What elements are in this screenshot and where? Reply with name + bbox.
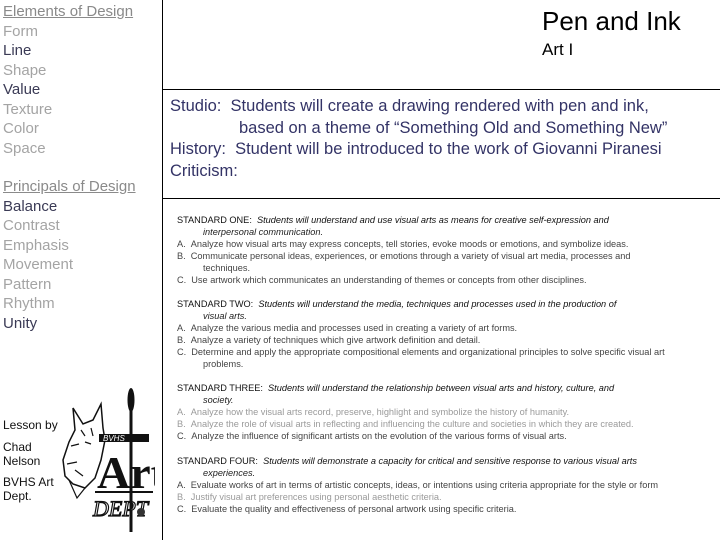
standard-item-text: Analyze how the visual arts record, pres… <box>190 407 570 417</box>
standard-item-letter: A. <box>177 323 186 333</box>
standard-statement-cont: visual arts. <box>203 311 247 321</box>
standard-block: STANDARD TWO: Students will understand t… <box>177 298 717 370</box>
standard-item: B. Communicate personal ideas, experienc… <box>177 250 717 262</box>
standard-item-letter: A. <box>177 407 186 417</box>
credit-lesson-by: Lesson by <box>3 418 58 432</box>
standard-item: C. Analyze the influence of significant … <box>177 430 717 442</box>
history-objective: History: Student will be introduced to t… <box>170 139 667 161</box>
standard-item-letter: C. <box>177 347 187 357</box>
history-text: Student will be introduced to the work o… <box>235 140 662 158</box>
standard-item-letter: B. <box>177 419 186 429</box>
standard-block: STANDARD ONE: Students will understand a… <box>177 214 717 286</box>
vertical-divider <box>162 0 163 540</box>
elements-of-design-heading[interactable]: Elements of Design <box>3 2 161 22</box>
element-item-texture[interactable]: Texture <box>3 100 161 120</box>
studio-text-line2: based on a theme of “Something Old and S… <box>239 118 668 137</box>
standard-item: C. Determine and apply the appropriate c… <box>177 346 717 358</box>
lesson-objectives: Studio: Students will create a drawing r… <box>170 96 667 182</box>
studio-label: Studio: <box>170 97 222 115</box>
standard-label: STANDARD ONE: <box>177 215 252 225</box>
standard-statement: Students will demonstrate a capacity for… <box>263 456 637 466</box>
element-item-line[interactable]: Line <box>3 41 161 61</box>
standard-heading: STANDARD TWO: Students will understand t… <box>177 298 717 310</box>
principles-list: Balance Contrast Emphasis Movement Pattern Rh… <box>3 197 161 334</box>
sidebar: Elements of Design Form Line Shape Value Tex… <box>3 2 161 333</box>
standard-item: A. Analyze the various media and process… <box>177 322 717 334</box>
credit-dept-line2: Dept. <box>3 489 32 503</box>
standard-item: C. Evaluate the quality and effectivenes… <box>177 503 717 515</box>
element-item-shape[interactable]: Shape <box>3 61 161 81</box>
standard-item-letter: A. <box>177 480 186 490</box>
standard-item: A. Analyze how the visual arts record, p… <box>177 406 717 418</box>
logo-art-text: Art <box>97 447 155 498</box>
principles-of-design-heading[interactable]: Principals of Design <box>3 177 161 197</box>
standard-item-letter: B. <box>177 335 186 345</box>
standard-statement: Students will understand and use visual … <box>256 215 609 225</box>
standard-label: STANDARD FOUR: <box>177 456 258 466</box>
page-title: Pen and Ink <box>542 6 681 36</box>
standard-item: A. Analyze how visual arts may express c… <box>177 238 717 250</box>
standard-heading: STANDARD THREE: Students will understand… <box>177 382 717 394</box>
studio-text-line1: Students will create a drawing rendered … <box>230 97 649 115</box>
standard-item-text: Communicate personal ideas, experiences,… <box>190 251 631 261</box>
standard-statement: Students will understand the relationshi… <box>268 383 615 393</box>
standard-item-letter: A. <box>177 239 186 249</box>
standard-item-text: Analyze a variety of techniques which gi… <box>190 335 481 345</box>
standard-item-letter: B. <box>177 251 186 261</box>
standard-label: STANDARD THREE: <box>177 383 263 393</box>
standard-statement-cont: interpersonal communication. <box>203 227 324 237</box>
elements-list: Form Line Shape Value Texture Color Space <box>3 22 161 159</box>
header-divider <box>162 89 720 90</box>
principle-item-pattern[interactable]: Pattern <box>3 275 161 295</box>
standard-item-text: Analyze the influence of significant art… <box>191 431 567 441</box>
principle-item-emphasis[interactable]: Emphasis <box>3 236 161 256</box>
objectives-divider <box>162 198 720 199</box>
credit-dept-line1: BVHS Art <box>3 475 54 489</box>
standard-block: STANDARD THREE: Students will understand… <box>177 382 717 442</box>
element-item-color[interactable]: Color <box>3 119 161 139</box>
standard-item: B. Justify visual art preferences using … <box>177 491 717 503</box>
standard-heading: STANDARD ONE: Students will understand a… <box>177 214 717 226</box>
standard-item-cont: techniques. <box>203 263 250 273</box>
principle-item-unity[interactable]: Unity <box>3 314 161 334</box>
standard-item: C. Use artwork which communicates an und… <box>177 274 717 286</box>
page-subtitle: Art I <box>542 40 574 59</box>
standard-item-text: Analyze the various media and processes … <box>190 323 518 333</box>
standard-item-cont: problems. <box>203 359 244 369</box>
standard-item: B. Analyze the role of visual arts in re… <box>177 418 717 430</box>
standard-item-text: Analyze the role of visual arts in refle… <box>190 419 634 429</box>
standard-item-text: Justify visual art preferences using per… <box>190 492 442 502</box>
standard-block: STANDARD FOUR: Students will demonstrate… <box>177 455 717 515</box>
standard-item-letter: C. <box>177 504 187 514</box>
history-label: History: <box>170 140 226 158</box>
standard-item: A. Evaluate works of art in terms of art… <box>177 479 717 491</box>
lynx-art-dept-logo-icon: BVHS Art DEPT <box>62 388 155 532</box>
element-item-form[interactable]: Form <box>3 22 161 42</box>
standard-statement-cont: experiences. <box>203 468 256 478</box>
standard-label: STANDARD TWO: <box>177 299 254 309</box>
element-item-value[interactable]: Value <box>3 80 161 100</box>
standard-heading: STANDARD FOUR: Students will demonstrate… <box>177 455 717 467</box>
standard-item-letter: C. <box>177 431 187 441</box>
principle-item-balance[interactable]: Balance <box>3 197 161 217</box>
standard-item-text: Analyze how visual arts may express conc… <box>190 239 629 249</box>
credit-author-last: Nelson <box>3 454 41 468</box>
standard-item-text: Determine and apply the appropriate comp… <box>191 347 665 357</box>
standard-item-letter: B. <box>177 492 186 502</box>
standard-statement-cont: society. <box>203 395 234 405</box>
standard-item: B. Analyze a variety of techniques which… <box>177 334 717 346</box>
standard-item-text: Evaluate the quality and effectiveness o… <box>191 504 517 514</box>
element-item-space[interactable]: Space <box>3 139 161 159</box>
criticism-label: Criticism: <box>170 161 238 180</box>
credit-author-first: Chad <box>3 440 32 454</box>
standard-statement: Students will understand the media, tech… <box>258 299 617 309</box>
logo-bvhs-text: BVHS <box>103 434 125 443</box>
principle-item-movement[interactable]: Movement <box>3 255 161 275</box>
standard-item-text: Use artwork which communicates an unders… <box>191 275 587 285</box>
standard-item-text: Evaluate works of art in terms of artist… <box>190 480 659 490</box>
principle-item-contrast[interactable]: Contrast <box>3 216 161 236</box>
studio-objective: Studio: Students will create a drawing r… <box>170 96 667 118</box>
principle-item-rhythm[interactable]: Rhythm <box>3 294 161 314</box>
standard-item-letter: C. <box>177 275 187 285</box>
